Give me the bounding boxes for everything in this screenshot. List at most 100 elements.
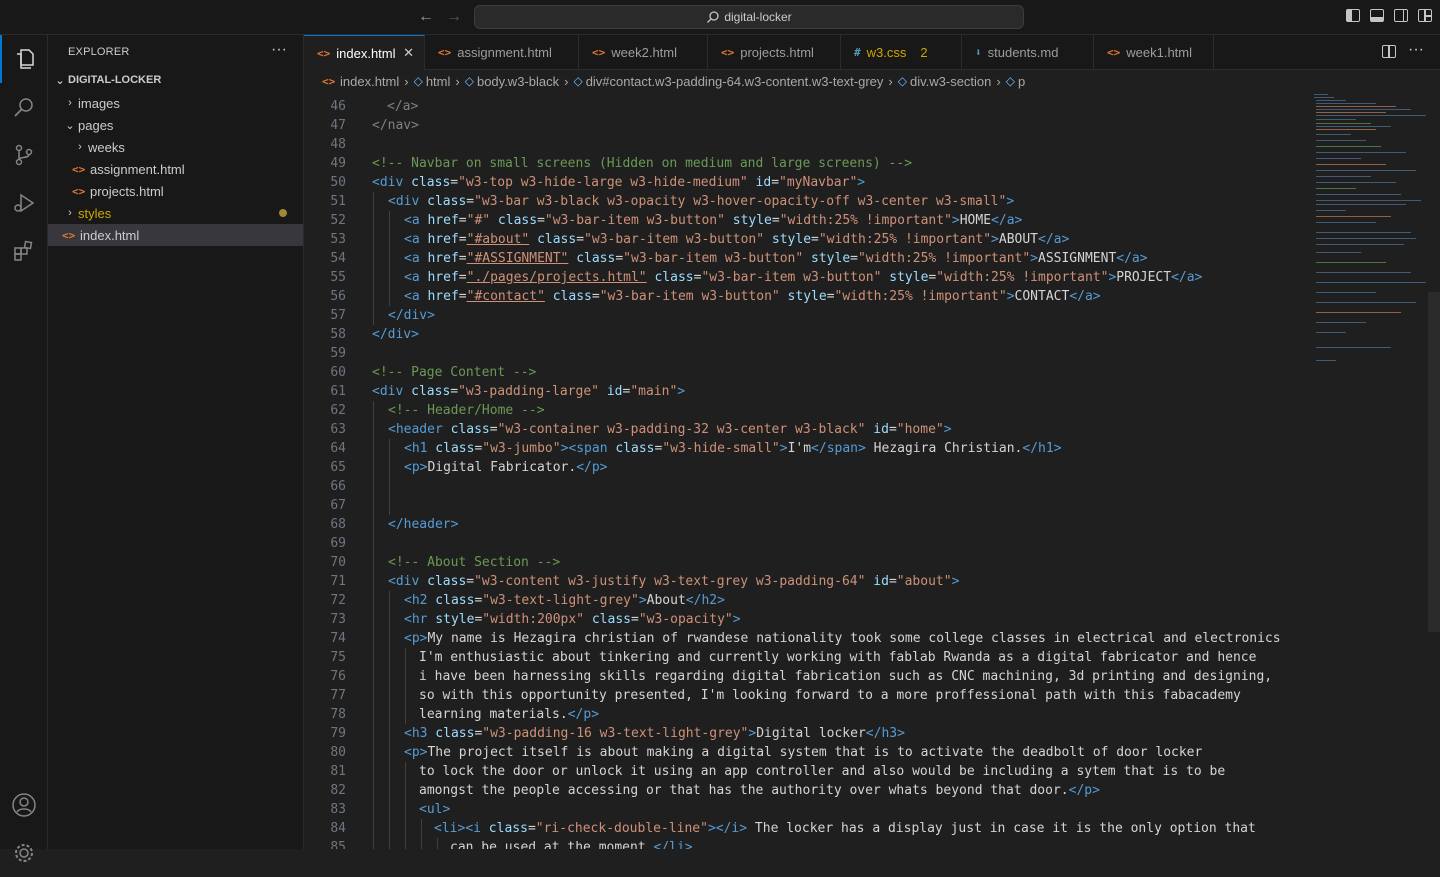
code-line: 66 <box>304 477 1312 496</box>
close-icon[interactable]: ✕ <box>403 45 414 61</box>
split-editor-icon[interactable] <box>1382 45 1396 58</box>
extensions-icon <box>14 240 33 261</box>
breadcrumb-item[interactable]: body.w3-black <box>477 74 559 89</box>
tree-item-label: projects.html <box>90 183 164 199</box>
line-number: 78 <box>330 707 346 722</box>
breadcrumb-item[interactable]: div.w3-section <box>910 74 991 89</box>
more-actions-icon[interactable]: ··· <box>1408 41 1424 59</box>
code-line: 70 <!-- About Section --> <box>304 553 1312 572</box>
run-debug-activity[interactable] <box>0 179 48 227</box>
tab-students-md[interactable]: ⬇ students.md <box>962 35 1094 70</box>
code-line: 58 </div> <box>304 325 1312 344</box>
search-icon <box>707 11 719 23</box>
breadcrumb-item[interactable]: p <box>1018 74 1025 89</box>
line-number: 81 <box>330 764 346 779</box>
line-number: 47 <box>330 118 346 133</box>
back-arrow-icon[interactable]: ← <box>418 8 434 26</box>
code-text: <a href="#ASSIGNMENT" class="w3-bar-item… <box>404 251 1148 266</box>
html-file-icon: <> <box>322 74 336 88</box>
breadcrumb-item[interactable]: div#contact.w3-padding-64.w3-content.w3-… <box>586 74 884 89</box>
code-text: <!-- Header/Home --> <box>388 403 545 418</box>
line-number: 64 <box>330 441 346 456</box>
editor-tabs: <> index.html ✕ <> assignment.html <> we… <box>304 35 1440 70</box>
extensions-activity[interactable] <box>0 227 48 275</box>
tree-file-assignment[interactable]: <> assignment.html <box>48 158 303 180</box>
modified-dot <box>279 209 287 217</box>
tab-w3-css[interactable]: # w3.css 2 <box>841 35 962 70</box>
html-file-icon: <> <box>72 162 86 176</box>
code-line: 57 </div> <box>304 306 1312 325</box>
tab-label: week2.html <box>611 45 677 60</box>
tree-file-index[interactable]: <> index.html <box>48 224 303 246</box>
line-number: 70 <box>330 555 346 570</box>
source-control-icon <box>15 144 33 166</box>
chevron-down-icon: ⌄ <box>65 119 75 132</box>
line-number: 55 <box>330 270 346 285</box>
customize-layout-icon[interactable] <box>1418 9 1432 22</box>
vertical-scrollbar[interactable] <box>1428 92 1440 849</box>
tab-label: index.html <box>336 45 396 61</box>
breadcrumb-item[interactable]: index.html <box>340 74 399 89</box>
tab-week2-html[interactable]: <> week2.html <box>579 35 708 70</box>
tree-folder-pages[interactable]: ⌄ pages <box>48 114 303 136</box>
gear-icon <box>15 844 33 862</box>
tree-file-projects[interactable]: <> projects.html <box>48 180 303 202</box>
tab-label: week1.html <box>1126 45 1192 60</box>
line-number: 60 <box>330 365 346 380</box>
code-text: I'm enthusiastic about tinkering and cur… <box>419 650 1257 665</box>
account-icon <box>12 793 36 817</box>
tab-projects-html[interactable]: <> projects.html <box>708 35 841 70</box>
toggle-primary-sidebar-icon[interactable] <box>1346 9 1360 22</box>
breadcrumb-item[interactable]: html <box>426 74 451 89</box>
code-text: </div> <box>388 308 435 323</box>
code-line: 50 <div class="w3-top w3-hide-large w3-hi… <box>304 173 1312 192</box>
tree-folder-styles[interactable]: › styles <box>48 202 303 224</box>
command-center-search[interactable]: digital-locker <box>474 5 1024 29</box>
code-text: <p>The project itself is about making a … <box>404 745 1203 760</box>
problem-count-badge: 2 <box>920 45 928 60</box>
code-line: 72 <h2 class="w3-text-light-grey">About</… <box>304 591 1312 610</box>
code-text: <ul> <box>419 802 451 817</box>
more-actions-icon[interactable]: ··· <box>271 41 287 59</box>
tree-folder-images[interactable]: › images <box>48 92 303 114</box>
code-editor[interactable]: 46 </a> 47 </nav> 48 49 <!-- Navbar on smal… <box>304 92 1312 849</box>
line-number: 53 <box>330 232 346 247</box>
line-number: 65 <box>330 460 346 475</box>
tree-folder-weeks[interactable]: › weeks <box>48 136 303 158</box>
code-line: 47 </nav> <box>304 116 1312 135</box>
code-text: <!-- About Section --> <box>388 555 561 570</box>
line-number: 59 <box>330 346 346 361</box>
line-number: 69 <box>330 536 346 551</box>
code-text: <div class="w3-content w3-justify w3-tex… <box>388 574 960 589</box>
tab-week1-html[interactable]: <> week1.html <box>1094 35 1214 70</box>
toggle-panel-icon[interactable] <box>1370 9 1384 22</box>
tab-index-html[interactable]: <> index.html ✕ <box>304 35 425 70</box>
line-number: 51 <box>330 194 346 209</box>
code-line: 71 <div class="w3-content w3-justify w3-t… <box>304 572 1312 591</box>
code-text: <a href="#contact" class="w3-bar-item w3… <box>404 289 1101 304</box>
manage-activity[interactable] <box>0 829 48 877</box>
element-icon: ◇ <box>464 74 474 88</box>
search-activity[interactable] <box>0 83 48 131</box>
tab-label: assignment.html <box>457 45 552 60</box>
forward-arrow-icon[interactable]: → <box>446 8 462 26</box>
scrollbar-thumb[interactable] <box>1428 292 1440 632</box>
source-control-activity[interactable] <box>0 131 48 179</box>
tab-assignment-html[interactable]: <> assignment.html <box>425 35 579 70</box>
explorer-sidebar: EXPLORER ··· ⌄ DIGITAL-LOCKER › images ⌄… <box>48 35 304 849</box>
chevron-right-icon: › <box>888 73 893 89</box>
tab-label: students.md <box>987 45 1059 60</box>
line-number: 83 <box>330 802 346 817</box>
toggle-secondary-sidebar-icon[interactable] <box>1394 9 1408 22</box>
workspace-root[interactable]: ⌄ DIGITAL-LOCKER <box>48 69 303 91</box>
code-text: i have been harnessing skills regarding … <box>419 669 1273 684</box>
line-number: 52 <box>330 213 346 228</box>
line-number: 61 <box>330 384 346 399</box>
code-line: 56 <a href="#contact" class="w3-bar-item … <box>304 287 1312 306</box>
line-number: 67 <box>330 498 346 513</box>
accounts-activity[interactable] <box>0 781 48 829</box>
explorer-activity[interactable] <box>0 35 48 83</box>
minimap[interactable] <box>1312 92 1428 849</box>
code-text: <p>Digital Fabricator.</p> <box>404 460 608 475</box>
code-line: 67 <box>304 496 1312 515</box>
